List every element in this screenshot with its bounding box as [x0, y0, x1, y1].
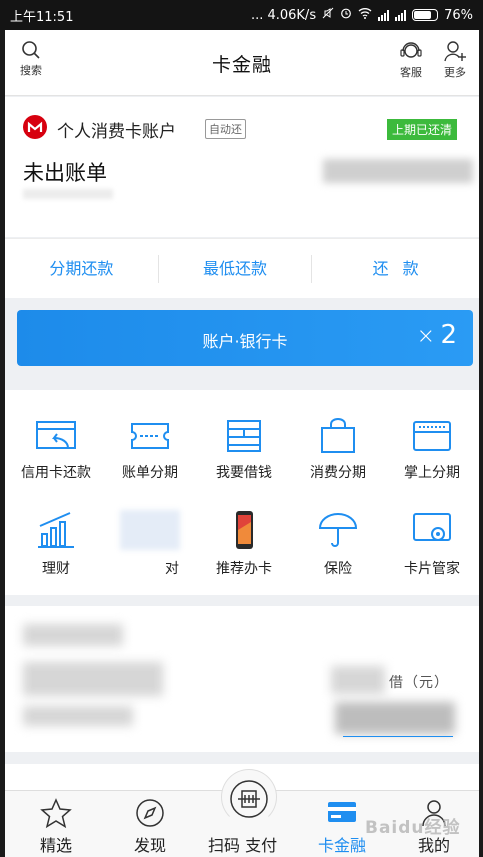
- headset-icon: [400, 42, 422, 58]
- customer-service-label: 客服: [400, 66, 422, 79]
- minimum-repay-link[interactable]: 最低还款: [159, 254, 313, 283]
- bill-installment-item[interactable]: 账单分期: [103, 418, 197, 482]
- add-person-icon: [444, 41, 466, 62]
- grid-label: 理财: [42, 561, 70, 577]
- scan-icon: [230, 780, 268, 818]
- grid-label: 信用卡还款: [21, 465, 91, 481]
- battery-percent: 76%: [444, 7, 473, 23]
- right-frame: [479, 0, 483, 857]
- star-icon: [40, 798, 72, 829]
- repayment-actions: 分期还款 最低还款 还款: [5, 238, 479, 298]
- tab-featured[interactable]: 精选: [11, 797, 101, 856]
- finance-chart-icon: [38, 512, 74, 548]
- credit-repay-icon: [36, 421, 76, 449]
- bottom-tab-bar: 精选 发现 扫码 支付 卡金融 我的 Baidu经验: [5, 769, 479, 857]
- grid-label: 推荐办卡: [216, 561, 272, 577]
- grid-label: 消费分期: [310, 465, 366, 481]
- account-card[interactable]: 个人消费卡账户 自动还 上期已还清 未出账单: [5, 97, 479, 237]
- grid-label: 卡片管家: [404, 561, 460, 577]
- card-manager-icon: [413, 513, 451, 541]
- signal-icon: [378, 9, 390, 21]
- obscured-icon: [120, 510, 180, 550]
- redacted-amount: [335, 702, 455, 734]
- mobile-installment-item[interactable]: 掌上分期: [385, 418, 479, 482]
- tab-label: 发现: [133, 836, 166, 855]
- bill-status: 未出账单: [23, 161, 107, 185]
- card-count: 2: [440, 320, 457, 350]
- amount-underline: [343, 736, 453, 737]
- network-speed: ... 4.06K/s: [250, 7, 317, 23]
- wifi-icon: [358, 7, 372, 23]
- signal-icon: [395, 9, 407, 21]
- tab-label: 精选: [39, 836, 72, 855]
- wallet-installment-icon: [413, 421, 451, 451]
- grid-label: 账单分期: [122, 465, 178, 481]
- redacted-text: [331, 666, 385, 694]
- auto-repay-tag: 自动还: [205, 119, 246, 139]
- borrow-unit-label: 借（元）: [389, 675, 449, 691]
- app-header: 搜索 卡金融 客服 更多: [5, 30, 479, 96]
- redacted-text: [23, 662, 163, 696]
- more-label: 更多: [444, 66, 466, 79]
- tab-scan-pay[interactable]: [204, 779, 294, 819]
- account-bank-card-banner[interactable]: 账户·银行卡 × 2: [17, 310, 473, 366]
- feature-grid: 信用卡还款 账单分期 我要借钱 消费分期 掌上分期 理财 对 推荐办卡 保险 卡…: [5, 390, 479, 595]
- watermark-logo: Baidu经验: [365, 818, 461, 838]
- compass-icon: [136, 799, 164, 827]
- grid-label: 保险: [324, 561, 352, 577]
- tab-label: 扫码 支付: [208, 836, 278, 855]
- finance-item[interactable]: 理财: [9, 510, 103, 578]
- obscured-item[interactable]: 对: [103, 510, 197, 578]
- battery-icon: [412, 9, 439, 21]
- tab-discover[interactable]: 发现: [105, 797, 195, 856]
- status-bar: 上午11:51 ... 4.06K/s 76%: [0, 0, 483, 30]
- bank-logo-icon: [23, 115, 47, 139]
- grid-label: 对: [165, 561, 179, 577]
- redacted-text: [23, 706, 133, 726]
- account-name: 个人消费卡账户: [57, 122, 176, 142]
- installment-repay-link[interactable]: 分期还款: [5, 254, 159, 283]
- repay-link[interactable]: 还款: [312, 255, 479, 283]
- recommend-card-item[interactable]: 推荐办卡: [197, 510, 291, 578]
- grid-label: 我要借钱: [216, 465, 272, 481]
- status-icons: ... 4.06K/s 76%: [251, 7, 473, 23]
- redacted-amount: [323, 159, 473, 183]
- redacted-text: [23, 624, 123, 646]
- multiply-icon: ×: [416, 324, 435, 349]
- borrow-money-item[interactable]: 我要借钱: [197, 418, 291, 482]
- umbrella-icon: [318, 513, 358, 547]
- customer-service-button[interactable]: 客服: [391, 40, 431, 80]
- insurance-item[interactable]: 保险: [291, 510, 385, 578]
- more-button[interactable]: 更多: [435, 40, 475, 80]
- borrow-card[interactable]: 借（元）: [5, 606, 479, 752]
- banner-label: 账户·银行卡: [202, 332, 288, 351]
- status-time: 上午11:51: [10, 9, 74, 25]
- status-badge: 上期已还清: [386, 119, 457, 140]
- redacted-text: [23, 189, 113, 199]
- bill-installment-icon: [131, 423, 169, 449]
- borrow-money-icon: [227, 420, 261, 452]
- card-icon: [328, 802, 356, 822]
- phone-icon: [236, 511, 253, 549]
- shopping-bag-icon: [321, 418, 355, 453]
- mute-icon: [322, 7, 334, 23]
- alarm-icon: [340, 7, 352, 23]
- card-manager-item[interactable]: 卡片管家: [385, 510, 479, 578]
- credit-repay-item[interactable]: 信用卡还款: [9, 418, 103, 482]
- grid-label: 掌上分期: [404, 465, 460, 481]
- consumer-installment-item[interactable]: 消费分期: [291, 418, 385, 482]
